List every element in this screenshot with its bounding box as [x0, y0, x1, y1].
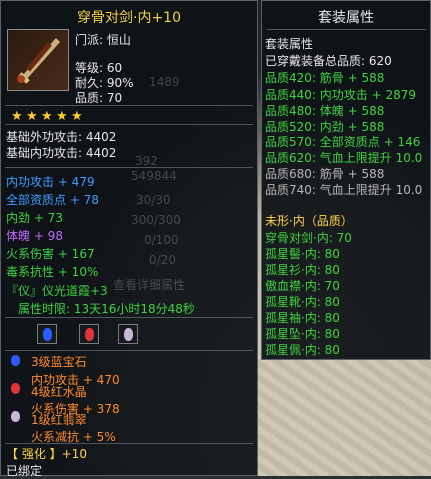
star-rating: ★ ★ ★ ★ ★: [11, 109, 86, 123]
faint-text: 30/30: [136, 193, 171, 207]
star-icon: ★: [11, 109, 23, 124]
set-piece: 穿骨对剑·内: 70: [265, 231, 352, 245]
blue-gem-icon: [43, 328, 52, 341]
bond-time: 属性时限: 13天16小时18分48秒: [18, 302, 195, 316]
set-piece: 孤星袖·内: 80: [265, 311, 340, 325]
attr-physique: 体魄 + 98: [6, 229, 63, 243]
divider: [5, 317, 253, 318]
set-tier: 品质480: 体魄 + 588: [265, 104, 385, 118]
sword-icon: [17, 38, 60, 84]
set-tier: 品质570: 全部资质点 + 146: [265, 135, 421, 149]
set-tier: 品质620: 气血上限提升 10.0: [265, 151, 423, 165]
star-icon: ★: [56, 109, 68, 124]
base-outer-attack: 基础外功攻击: 4402: [6, 130, 117, 144]
item-title: 穿骨对剑·内+10: [77, 10, 181, 26]
set-piece: 孤星靴·内: 80: [265, 295, 340, 309]
gem1-name: 3级蓝宝石: [31, 355, 87, 369]
info-sect: 门派: 恒山: [75, 33, 131, 47]
set-tier: 品质440: 内功攻击 + 2879: [265, 88, 416, 102]
set-piece: 孤星衫·内: 80: [265, 263, 340, 277]
gem-slot[interactable]: [118, 324, 138, 344]
set-tier: 品质740: 气血上限提升 10.0: [265, 183, 423, 197]
bound-status: 已绑定: [6, 464, 43, 478]
faint-text: 300/300: [131, 213, 181, 227]
set-header: 套装属性: [265, 37, 314, 51]
gem-slot[interactable]: [79, 324, 99, 344]
divider: [5, 350, 253, 351]
set-tier: 品质680: 筋骨 + 588: [265, 167, 385, 181]
set-title: 套装属性: [318, 10, 374, 26]
faint-text: 0/20: [149, 253, 176, 267]
set-piece: 孤星髻·内: 80: [265, 247, 340, 261]
attr-inner-strength: 内劲 + 73: [6, 211, 63, 225]
red-crystal-icon: [85, 328, 94, 341]
bond-name: 『仪』仪光道霞+3: [6, 284, 108, 298]
item-icon: [7, 29, 69, 91]
stone-floor: [258, 360, 431, 476]
faint-text: 392: [135, 154, 158, 168]
set-piece: 孤星佩·内: 80: [265, 343, 340, 357]
faint-text: 549844: [131, 169, 177, 183]
set-piece: 傲血襟·内: 70: [265, 279, 340, 293]
faint-text: 查看详细属性: [113, 278, 186, 292]
attr-poison-resist: 毒系抗性 + 10%: [6, 265, 99, 279]
set-name: 未形·内（品质）: [265, 214, 353, 228]
item-tooltip: 穿骨对剑·内+10 门派: 恒山 等级: 60 耐久: 90% 品质: 70 ★…: [0, 0, 258, 478]
divider: [5, 443, 253, 444]
info-quality: 品质: 70: [75, 91, 123, 105]
divider: [5, 124, 253, 125]
set-tier: 品质420: 筋骨 + 588: [265, 71, 385, 85]
star-icon: ★: [41, 109, 53, 124]
set-tooltip: 套装属性 套装属性 已穿戴装备总品质: 620 品质420: 筋骨 + 588 …: [261, 0, 431, 360]
set-total-quality: 已穿戴装备总品质: 620: [265, 54, 392, 68]
gem3-name: 1级红翡翠: [31, 413, 87, 427]
attr-inner-attack: 内功攻击 + 479: [6, 175, 95, 189]
star-icon: ★: [26, 109, 38, 124]
faint-text: 1489: [149, 75, 180, 89]
attr-all-aptitude: 全部资质点 + 78: [6, 193, 99, 207]
base-inner-attack: 基础内功攻击: 4402: [6, 146, 117, 160]
red-crystal-icon: [11, 383, 20, 394]
divider: [5, 105, 253, 106]
star-icon: ★: [71, 109, 83, 124]
blue-gem-icon: [11, 355, 20, 366]
red-jade-icon: [124, 328, 133, 341]
gem2-name: 4级红水晶: [31, 385, 87, 399]
divider: [266, 29, 426, 30]
enhance-level: 【 强化 】+10: [6, 447, 87, 461]
set-piece: 孤星坠·内: 80: [265, 327, 340, 341]
red-jade-icon: [11, 411, 20, 422]
divider: [5, 167, 253, 168]
faint-text: 0/100: [144, 233, 179, 247]
attr-fire-damage: 火系伤害 + 167: [6, 247, 95, 261]
gem-slot[interactable]: [37, 324, 57, 344]
